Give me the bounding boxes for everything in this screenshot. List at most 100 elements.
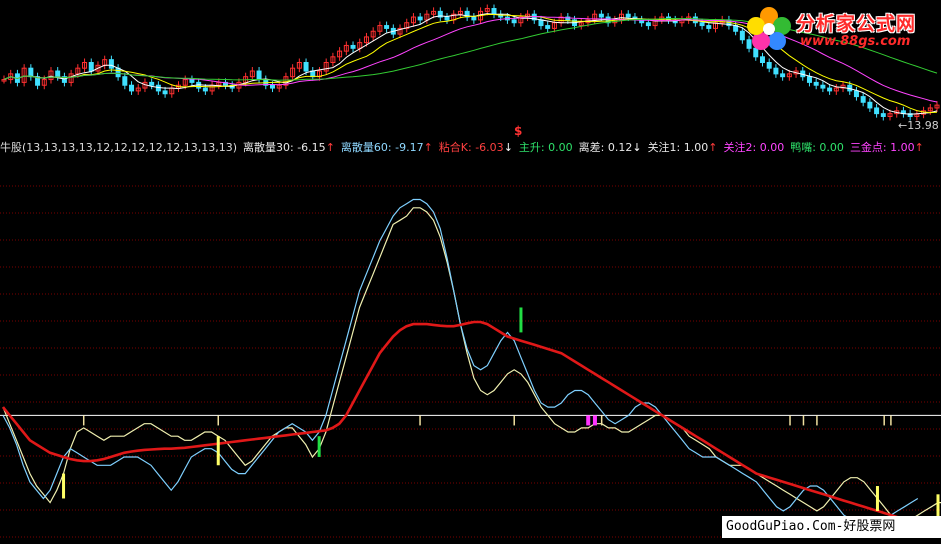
candle-body [491, 8, 497, 15]
candle-body [122, 76, 128, 86]
candle-body [773, 67, 779, 75]
legend-item: 离散量60: -9.17↑ [341, 141, 433, 154]
candle-body [706, 25, 712, 29]
candle-body [189, 79, 195, 83]
signal-bar [82, 415, 85, 426]
signal-bar [890, 415, 892, 426]
signal-bar [816, 415, 818, 426]
candle-body [538, 19, 544, 27]
series-line-1 [2, 198, 919, 529]
candle-body [759, 56, 765, 63]
legend-label: 关注1: [647, 141, 681, 154]
signal-bar [519, 307, 523, 333]
candle-body [867, 101, 873, 109]
candle-body [149, 81, 155, 86]
legend-label: 离差: [578, 141, 605, 154]
legend-arrow: ↑ [914, 141, 924, 154]
legend-label: 三金点: [849, 141, 887, 154]
candle-body [511, 19, 517, 24]
candle-body [780, 73, 786, 78]
signal-bar [789, 415, 791, 426]
signal-bar [317, 436, 321, 457]
signal-bar [883, 415, 885, 426]
legend-arrow: ↑ [423, 141, 433, 154]
last-price-label: ←13.98 [898, 119, 939, 132]
legend-arrow: ↑ [708, 141, 718, 154]
legend-label: 鸭嘴: [790, 141, 816, 154]
candle-body [853, 90, 859, 98]
signal-bar [600, 415, 603, 426]
candle-body [471, 16, 477, 21]
candle-body [108, 59, 114, 69]
legend-arrow: ↓ [632, 141, 642, 154]
candle-body [806, 76, 812, 83]
legend-label: 牛股(13,13,13,13,12,12,12,12,12,13,13,13) [0, 141, 238, 154]
legend-item: 离差: 0.12↓ [579, 141, 642, 154]
candle-body [28, 67, 34, 78]
legend-label: 主升: [518, 141, 545, 154]
signal-bar [875, 486, 879, 511]
legend-item: 三金点: 1.00↑ [850, 141, 924, 154]
grid-lines [0, 185, 941, 538]
legend-value: 0.00 [815, 141, 844, 154]
legend-label: 关注2: [723, 141, 757, 154]
candle-body [55, 70, 61, 78]
candle-body [303, 62, 309, 72]
candle-body [88, 62, 94, 72]
legend-item: 粘合K: -6.03↓ [439, 141, 513, 154]
signal-bar [802, 415, 805, 426]
candle-body [827, 87, 833, 92]
candle-body [417, 16, 423, 21]
candle-body [874, 107, 880, 115]
legend-arrow: ↑ [325, 141, 335, 154]
legend-item: 关注1: 1.00↑ [648, 141, 718, 154]
indicator-lines [0, 198, 941, 531]
candle-body [545, 25, 551, 29]
candle-body [598, 13, 604, 18]
candle-body [860, 96, 866, 103]
candle-body [766, 62, 772, 69]
logo-text: 分析家公式网 [796, 13, 917, 35]
signal-bar [62, 473, 66, 499]
site-logo: 分析家公式网 www.88gs.com [742, 2, 938, 56]
legend-label: 粘合K: [438, 141, 472, 154]
legend-value: 1.00 [680, 141, 709, 154]
legend-value: 0.12 [604, 141, 633, 154]
legend-item: 离散量30: -6.15↑ [243, 141, 335, 154]
candle-body [115, 67, 121, 78]
legend-item: 主升: 0.00 [519, 141, 573, 154]
legend-item: 关注2: 0.00 [724, 141, 785, 154]
indicator-chart [0, 4, 941, 538]
legend-value: 0.00 [544, 141, 573, 154]
signal-bar [419, 415, 421, 426]
signal-bar [217, 415, 220, 426]
indicator-legend: 牛股(13,13,13,13,12,12,12,12,12,13,13,13) 离… [0, 140, 930, 156]
legend-value: 0.00 [756, 141, 785, 154]
candle-body [444, 16, 450, 21]
legend-value: -9.17 [391, 141, 424, 154]
candle-body [699, 22, 705, 27]
legend-arrow: ↓ [503, 141, 513, 154]
candle-body [162, 90, 168, 95]
legend-label: 离散量30: [243, 141, 294, 154]
legend-value: -6.15 [293, 141, 326, 154]
candle-body [625, 13, 631, 18]
watermark: GoodGuPiao.Com-好股票网 [722, 516, 941, 538]
candle-body [129, 84, 135, 92]
series-line-0 [2, 207, 941, 525]
candle-body [820, 84, 826, 89]
candle-body [880, 113, 886, 117]
candle-body [202, 87, 208, 92]
candle-body [256, 70, 262, 81]
candle-body [269, 84, 275, 89]
legend-value: 1.00 [886, 141, 915, 154]
signal-dollar-mark: $ [514, 124, 523, 138]
legend-item: 牛股(13,13,13,13,12,12,12,12,12,13,13,13) [0, 141, 237, 154]
signal-bar [216, 436, 220, 466]
candle-body [813, 81, 819, 86]
legend-label: 离散量60: [340, 141, 392, 154]
logo-url: www.88gs.com [800, 34, 911, 49]
candle-body [645, 22, 651, 27]
legend-item: 鸭嘴: 0.00 [790, 141, 844, 154]
candle-body [384, 25, 390, 29]
